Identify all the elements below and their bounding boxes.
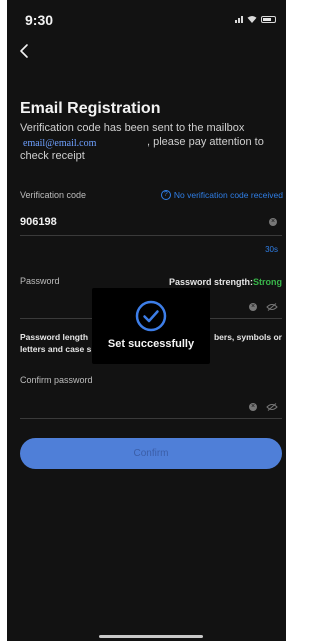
check-circle-icon: [135, 300, 167, 332]
confirm-button[interactable]: Confirm: [20, 438, 282, 469]
clear-password-icon[interactable]: ×: [249, 303, 257, 311]
success-toast: Set successfully: [92, 288, 210, 364]
hint-line-1-right: bers, symbols or: [213, 332, 282, 342]
hint-line-1-left: Password length: [20, 332, 89, 342]
password-label: Password: [20, 276, 60, 286]
phone-screen: 9:30 Email Registration Verification cod…: [7, 0, 286, 641]
email-address: email@email.com: [23, 138, 97, 149]
status-bar: 9:30: [7, 0, 286, 40]
password-strength: Password strength:Strong: [169, 277, 282, 287]
home-indicator: [99, 635, 203, 638]
resend-countdown: 30s: [265, 245, 278, 254]
message-line-3: check receipt: [20, 150, 85, 162]
confirm-password-input[interactable]: [20, 394, 250, 416]
eye-hidden-icon[interactable]: [266, 303, 278, 311]
back-arrow-icon[interactable]: [16, 40, 32, 62]
message-line-1: Verification code has been sent to the m…: [20, 122, 245, 134]
password-strength-label: Password strength:: [168, 277, 253, 287]
password-strength-value: Strong: [253, 277, 282, 287]
clear-confirm-password-icon[interactable]: ×: [249, 403, 257, 411]
battery-icon: [261, 15, 276, 23]
toast-message: Set successfully: [107, 338, 195, 350]
clear-icon[interactable]: ×: [269, 218, 277, 226]
status-icons: [235, 15, 276, 23]
no-code-received-text: No verification code received: [173, 190, 283, 200]
verification-code-label: Verification code: [20, 190, 87, 200]
confirm-password-underline: [20, 418, 282, 419]
confirm-password-label: Confirm password: [20, 375, 93, 385]
no-code-received-link[interactable]: ? No verification code received: [160, 190, 283, 200]
wifi-icon: [247, 16, 257, 23]
eye-hidden-icon[interactable]: [266, 403, 278, 411]
question-circle-icon: ?: [160, 190, 171, 200]
page-title: Email Registration: [20, 100, 161, 117]
signal-icon: [235, 15, 243, 23]
status-time: 9:30: [25, 12, 54, 28]
verification-underline: [20, 235, 282, 236]
verification-code-input[interactable]: 906198: [20, 216, 57, 228]
